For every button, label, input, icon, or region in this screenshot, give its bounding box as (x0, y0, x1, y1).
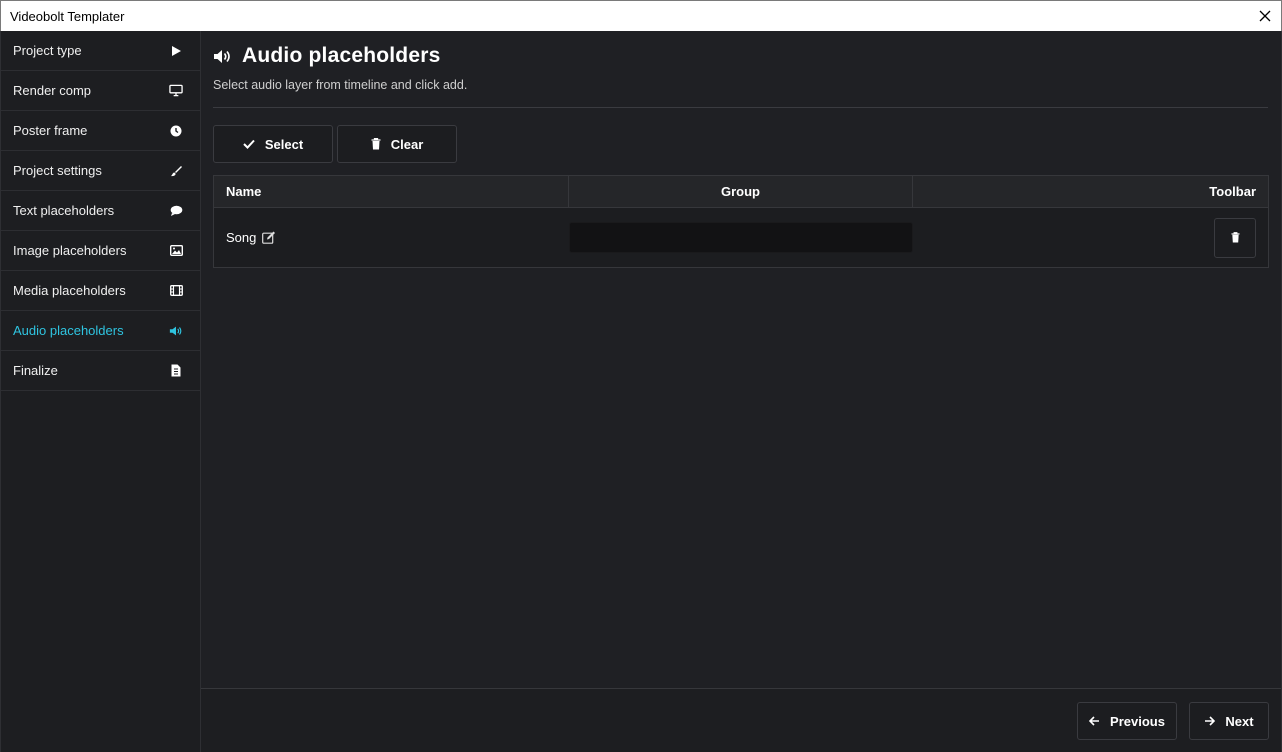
volume-icon (214, 49, 230, 63)
sidebar-item-label: Project type (13, 43, 82, 58)
delete-row-button[interactable] (1214, 217, 1256, 258)
volume-icon (169, 324, 183, 338)
sidebar-item-label: Render comp (13, 83, 92, 98)
table-row: Song (214, 208, 1268, 267)
sidebar-item-project-type[interactable]: Project type (1, 31, 200, 71)
row-group-cell (569, 208, 913, 267)
trash-icon (1230, 232, 1240, 243)
column-header-group: Group (569, 176, 913, 207)
footer-bar: Previous Next (201, 688, 1281, 752)
sidebar-item-render-comp[interactable]: Render comp (1, 71, 200, 111)
main-panel: Audio placeholders Select audio layer fr… (201, 31, 1282, 752)
monitor-icon (169, 84, 183, 98)
arrow-right-icon (1205, 716, 1216, 726)
window-title: Videobolt Templater (10, 9, 125, 24)
sidebar-item-audio-placeholders[interactable]: Audio placeholders (1, 311, 200, 351)
group-input[interactable] (569, 222, 913, 253)
previous-button[interactable]: Previous (1077, 702, 1177, 740)
check-icon (243, 139, 255, 149)
page-title: Audio placeholders (242, 44, 441, 67)
table-header: Name Group Toolbar (214, 176, 1268, 208)
sidebar-item-label: Media placeholders (13, 283, 126, 298)
image-icon (169, 244, 183, 258)
column-header-name: Name (214, 176, 569, 207)
clock-icon (169, 124, 183, 138)
sidebar-item-label: Finalize (13, 363, 58, 378)
row-toolbar-cell (913, 217, 1268, 258)
divider (213, 107, 1268, 108)
comment-icon (169, 204, 183, 218)
sidebar-item-finalize[interactable]: Finalize (1, 351, 200, 391)
next-button[interactable]: Next (1189, 702, 1269, 740)
sidebar-item-poster-frame[interactable]: Poster frame (1, 111, 200, 151)
edit-icon[interactable] (262, 231, 276, 244)
sidebar: Project type Render comp Poster frame Pr… (0, 31, 201, 752)
row-name: Song (226, 230, 257, 245)
next-button-label: Next (1225, 713, 1254, 729)
column-header-toolbar: Toolbar (1209, 184, 1256, 199)
select-button-label: Select (264, 136, 304, 152)
sidebar-item-text-placeholders[interactable]: Text placeholders (1, 191, 200, 231)
arrow-left-icon (1089, 716, 1100, 726)
document-icon (169, 364, 183, 378)
film-icon (169, 284, 183, 298)
window-titlebar: Videobolt Templater (0, 0, 1282, 31)
sidebar-item-project-settings[interactable]: Project settings (1, 151, 200, 191)
select-button[interactable]: Select (213, 125, 333, 163)
trash-icon (371, 138, 381, 150)
page-heading: Audio placeholders (213, 44, 440, 68)
previous-button-label: Previous (1110, 713, 1165, 729)
play-icon (169, 44, 183, 58)
brush-icon (169, 164, 183, 178)
sidebar-item-media-placeholders[interactable]: Media placeholders (1, 271, 200, 311)
close-window-button[interactable] (1249, 1, 1281, 31)
page-subtitle: Select audio layer from timeline and cli… (213, 78, 468, 92)
row-name-cell: Song (214, 230, 569, 245)
close-icon (1259, 10, 1271, 22)
sidebar-item-label: Text placeholders (13, 203, 115, 218)
sidebar-item-label: Poster frame (13, 123, 88, 138)
clear-button-label: Clear (390, 136, 424, 152)
sidebar-item-image-placeholders[interactable]: Image placeholders (1, 231, 200, 271)
sidebar-item-label: Project settings (13, 163, 102, 178)
sidebar-item-label: Image placeholders (13, 243, 127, 258)
sidebar-item-label: Audio placeholders (13, 323, 124, 338)
clear-button[interactable]: Clear (337, 125, 457, 163)
placeholders-table: Name Group Toolbar Song (213, 175, 1269, 268)
